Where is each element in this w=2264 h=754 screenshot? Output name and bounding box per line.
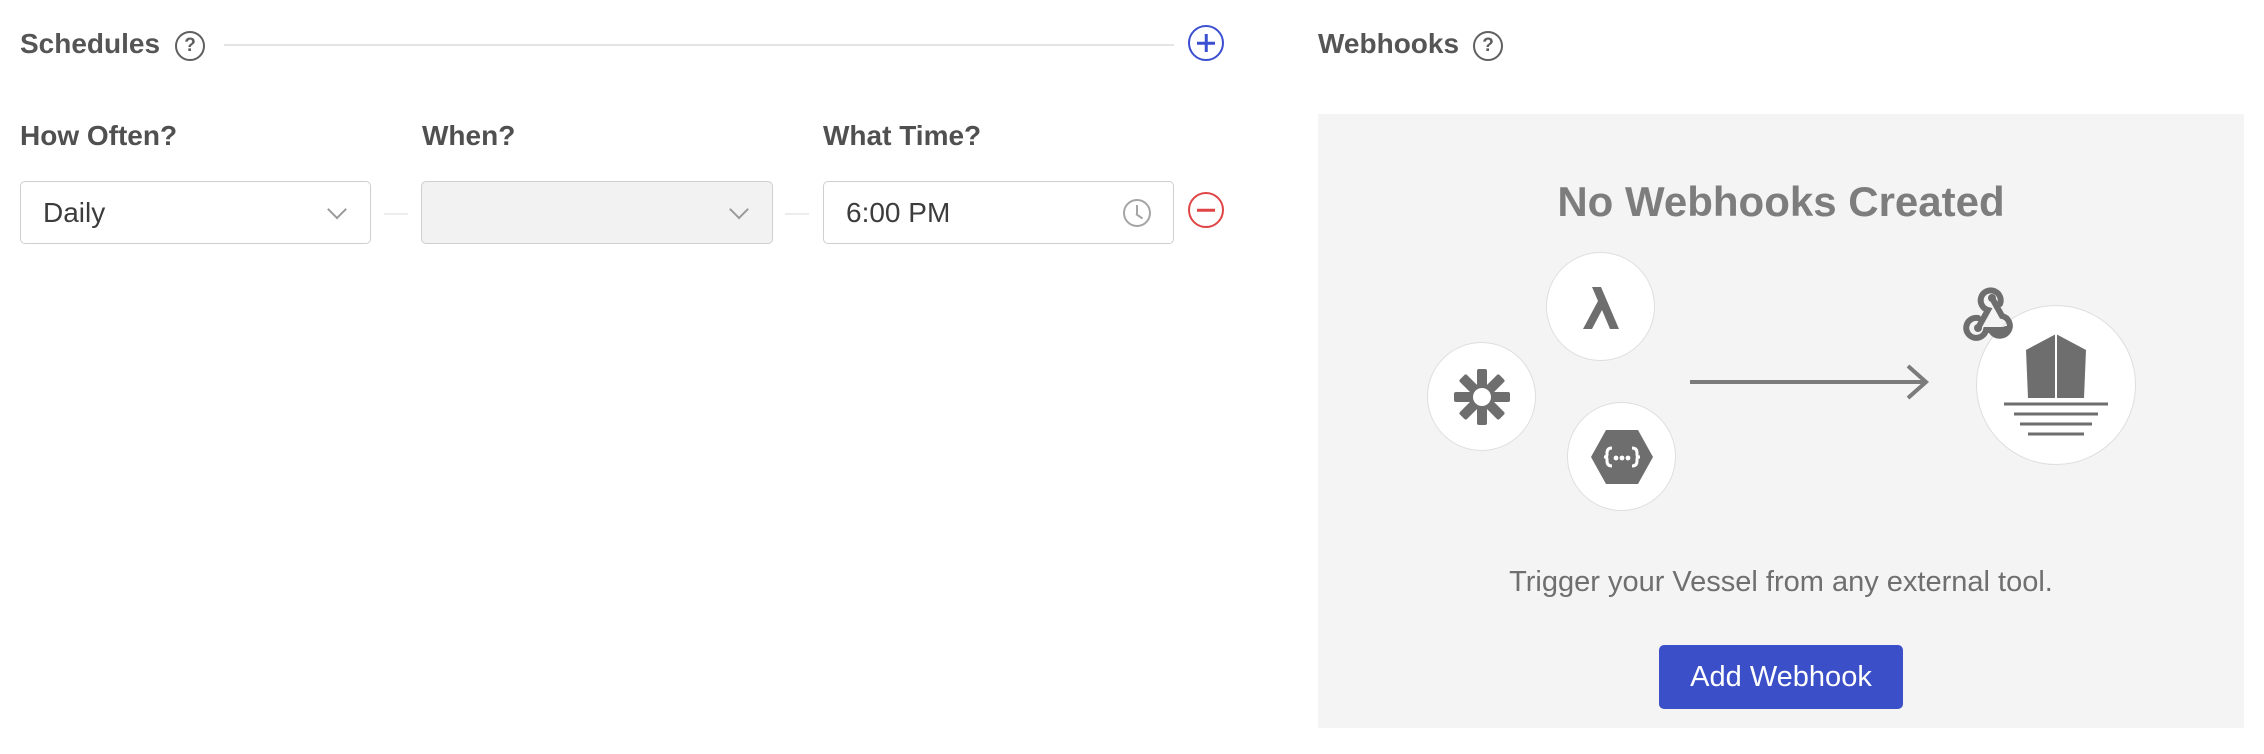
zapier-icon [1427,342,1536,451]
frequency-select[interactable]: Daily [20,181,371,244]
schedules-help-icon[interactable]: ? [175,31,205,61]
help-glyph: ? [184,35,196,56]
webhooks-empty-panel: No Webhooks Created Trigger your Vessel … [1318,114,2244,728]
when-label: When? [422,120,516,151]
remove-schedule-button[interactable] [1188,192,1224,228]
empty-state-description: Trigger your Vessel from any external to… [1509,566,2053,598]
help-glyph: ? [1482,35,1494,56]
webhooks-title: Webhooks [1318,28,1460,59]
chevron-down-icon [327,199,347,219]
how-often-label: How Often? [20,120,178,151]
what-time-label: What Time? [823,120,982,151]
chevron-down-icon [729,199,749,219]
add-webhook-button[interactable]: Add Webhook [1659,645,1903,709]
row-separator [384,213,408,215]
empty-state-title: No Webhooks Created [1557,178,2005,225]
lambda-icon [1546,252,1655,361]
clock-icon [1123,198,1151,227]
time-value: 6:00 PM [846,196,951,228]
webhook-icon [1963,287,2013,341]
arrow-right-icon [1690,364,1930,400]
frequency-value: Daily [43,196,106,228]
webhooks-help-icon[interactable]: ? [1473,31,1503,61]
row-separator [785,213,809,215]
add-schedule-button[interactable] [1188,25,1224,61]
schedules-divider [224,44,1174,46]
time-input[interactable]: 6:00 PM [823,181,1174,244]
when-select[interactable] [421,181,773,244]
schedules-title: Schedules [20,28,161,59]
cloud-functions-icon [1567,402,1676,511]
